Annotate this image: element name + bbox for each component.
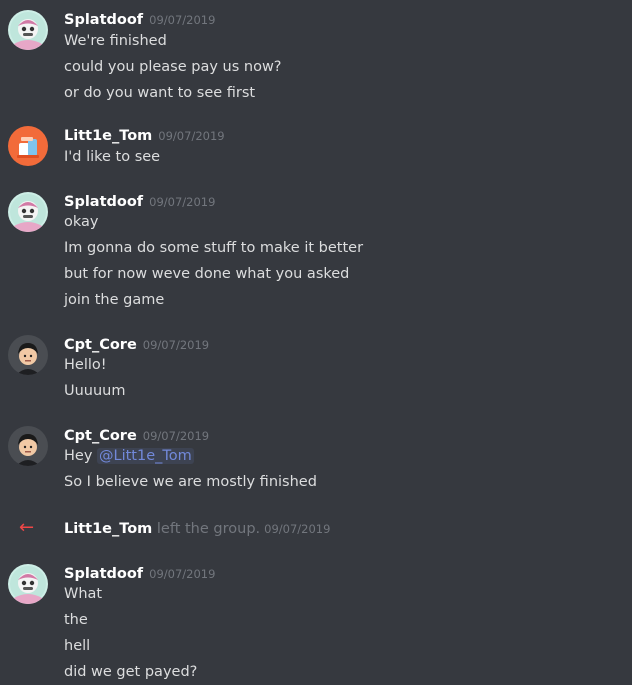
message-text: Im gonna do some stuff to make it better [64,240,364,256]
avatar[interactable] [8,10,48,50]
message-text: but for now weve done what you asked [64,266,350,282]
system-message-leave: ← Litt1e_Tom left the group. 09/07/2019 [0,517,632,539]
avatar[interactable] [8,192,48,232]
message-header: Litt1e_Tom 09/07/2019 [64,125,225,145]
message-text: okay [64,214,99,230]
litt1e-tom-avatar-icon [8,126,48,166]
user-mention[interactable]: @Litt1e_Tom [97,448,194,464]
cpt-core-avatar-icon [8,426,48,466]
message-header: Splatdoof 09/07/2019 [64,191,215,211]
message-text: Hey @Litt1e_Tom [64,446,194,466]
splatdoof-avatar-icon [8,564,48,604]
timestamp[interactable]: 09/07/2019 [143,338,209,352]
message-text: join the game [64,292,165,308]
timestamp[interactable]: 09/07/2019 [158,129,224,143]
message-text: the [64,612,88,628]
message-text: hell [64,638,91,654]
message-text-prefix: Hey [64,448,98,464]
message-text: We're finished [64,33,167,49]
message-text: or do you want to see first [64,85,256,101]
username[interactable]: Litt1e_Tom [64,128,152,144]
message-text: So I believe we are mostly finished [64,474,317,490]
leave-arrow-icon: ← [19,517,35,538]
timestamp[interactable]: 09/07/2019 [264,522,330,536]
cpt-core-avatar-icon [8,335,48,375]
message-text: did we get payed? [64,664,198,680]
message-header: Splatdoof 09/07/2019 [64,9,215,29]
message-header: Cpt_Core 09/07/2019 [64,334,209,354]
timestamp[interactable]: 09/07/2019 [149,567,215,581]
message-text: I'd like to see [64,149,161,165]
username[interactable]: Cpt_Core [64,428,137,444]
timestamp[interactable]: 09/07/2019 [143,429,209,443]
message-text: Uuuuum [64,383,126,399]
message-text: could you please pay us now? [64,59,282,75]
avatar[interactable] [8,126,48,166]
username[interactable]: Splatdoof [64,194,143,210]
username[interactable]: Splatdoof [64,566,143,582]
chat-message-list: Splatdoof 09/07/2019 We're finished could… [0,0,632,685]
splatdoof-avatar-icon [8,192,48,232]
message-header: Splatdoof 09/07/2019 [64,563,215,583]
system-message-text: Litt1e_Tom left the group. 09/07/2019 [64,517,330,540]
message-text: Hello! [64,357,107,373]
message-header: Cpt_Core 09/07/2019 [64,425,209,445]
system-action-text: left the group. [152,521,261,537]
timestamp[interactable]: 09/07/2019 [149,13,215,27]
avatar[interactable] [8,426,48,466]
username[interactable]: Cpt_Core [64,337,137,353]
splatdoof-avatar-icon [8,10,48,50]
message-text: What [64,586,103,602]
avatar[interactable] [8,564,48,604]
username[interactable]: Litt1e_Tom [64,521,152,537]
username[interactable]: Splatdoof [64,12,143,28]
avatar[interactable] [8,335,48,375]
timestamp[interactable]: 09/07/2019 [149,195,215,209]
